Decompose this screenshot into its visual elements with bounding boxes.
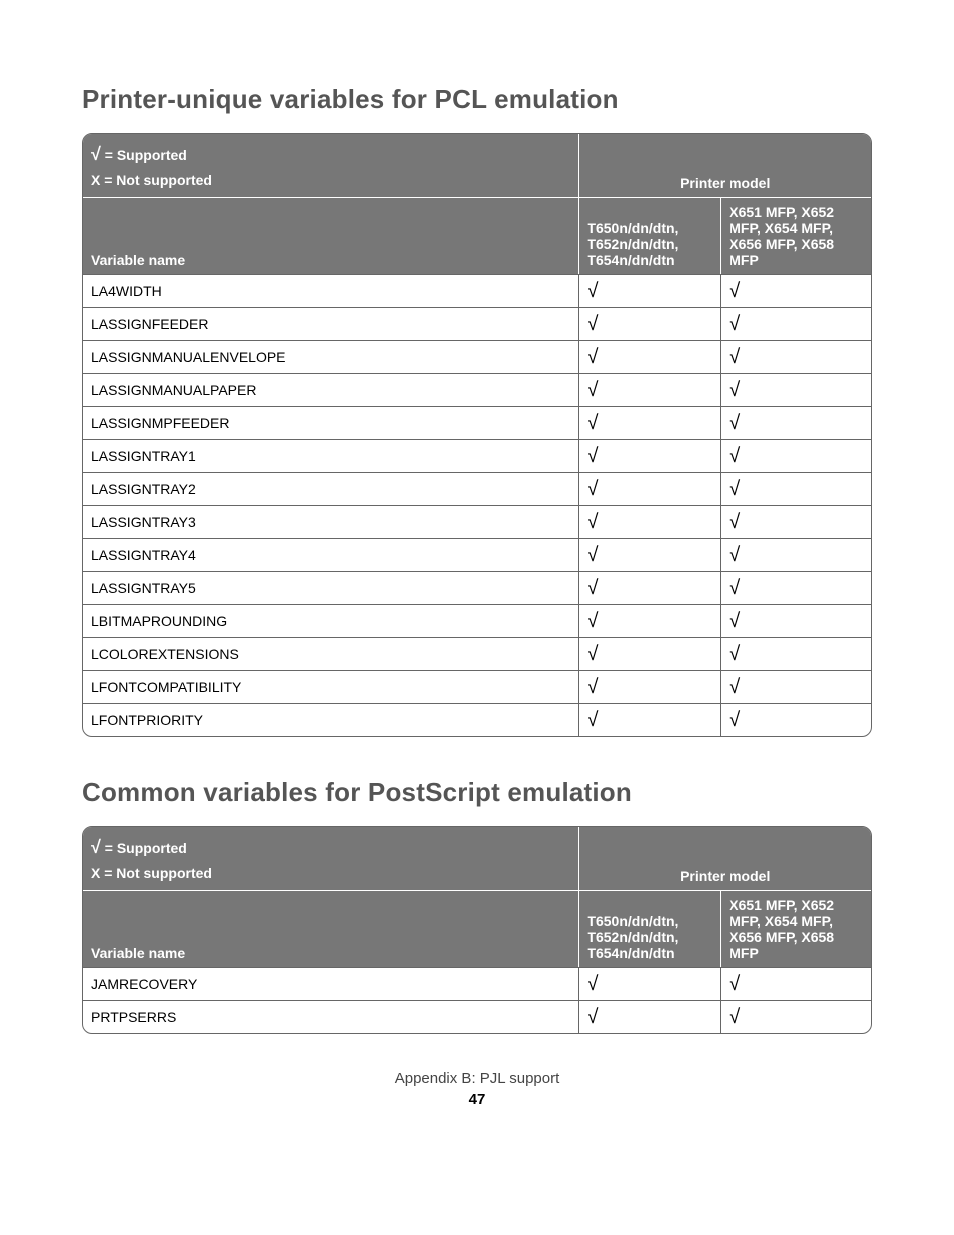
model2-cell: √ (721, 571, 871, 604)
table-row: PRTPSERRS√√ (83, 1000, 871, 1033)
table-row: LASSIGNTRAY1√√ (83, 439, 871, 472)
variable-name-cell: LA4WIDTH (83, 274, 579, 307)
model2-cell: √ (721, 373, 871, 406)
variable-name-cell: LASSIGNTRAY1 (83, 439, 579, 472)
model2-header: X651 MFP, X652 MFP, X654 MFP, X656 MFP, … (721, 198, 871, 274)
model2-cell: √ (721, 340, 871, 373)
model1-cell: √ (579, 472, 721, 505)
model1-header: T650n/dn/dtn, T652n/dn/dtn, T654n/dn/dtn (579, 891, 721, 967)
model2-cell: √ (721, 307, 871, 340)
model2-cell: √ (721, 439, 871, 472)
table-row: LASSIGNTRAY3√√ (83, 505, 871, 538)
variable-name-cell: PRTPSERRS (83, 1000, 579, 1033)
variable-name-cell: LCOLOREXTENSIONS (83, 637, 579, 670)
table-row: LFONTCOMPATIBILITY√√ (83, 670, 871, 703)
model2-cell: √ (721, 505, 871, 538)
model2-cell: √ (721, 538, 871, 571)
table-row: JAMRECOVERY√√ (83, 967, 871, 1000)
variable-name-cell: LBITMAPROUNDING (83, 604, 579, 637)
model1-cell: √ (579, 406, 721, 439)
variable-name-header: Variable name (83, 891, 579, 967)
legend-cell: √ = Supported X = Not supported (83, 827, 579, 891)
table-row: LASSIGNTRAY5√√ (83, 571, 871, 604)
variable-name-cell: LFONTCOMPATIBILITY (83, 670, 579, 703)
table-row: LASSIGNTRAY4√√ (83, 538, 871, 571)
variable-name-cell: LASSIGNTRAY4 (83, 538, 579, 571)
model2-cell: √ (721, 967, 871, 1000)
model1-cell: √ (579, 571, 721, 604)
model2-cell: √ (721, 703, 871, 736)
model1-cell: √ (579, 505, 721, 538)
model2-cell: √ (721, 604, 871, 637)
table-pcl-variables: √ = Supported X = Not supported Printer … (82, 133, 872, 737)
printer-model-header: Printer model (579, 134, 871, 198)
variable-name-cell: LASSIGNMPFEEDER (83, 406, 579, 439)
variable-name-cell: LASSIGNFEEDER (83, 307, 579, 340)
model1-cell: √ (579, 604, 721, 637)
table-row: LFONTPRIORITY√√ (83, 703, 871, 736)
model1-cell: √ (579, 538, 721, 571)
variable-name-cell: LASSIGNTRAY2 (83, 472, 579, 505)
variable-name-cell: JAMRECOVERY (83, 967, 579, 1000)
model1-cell: √ (579, 307, 721, 340)
model1-cell: √ (579, 340, 721, 373)
table-row: LASSIGNTRAY2√√ (83, 472, 871, 505)
variable-name-header: Variable name (83, 198, 579, 274)
table-row: LASSIGNMANUALPAPER√√ (83, 373, 871, 406)
model2-cell: √ (721, 472, 871, 505)
table-row: LCOLOREXTENSIONS√√ (83, 637, 871, 670)
printer-model-header: Printer model (579, 827, 871, 891)
model1-header: T650n/dn/dtn, T652n/dn/dtn, T654n/dn/dtn (579, 198, 721, 274)
table-row: LASSIGNMANUALENVELOPE√√ (83, 340, 871, 373)
model1-cell: √ (579, 670, 721, 703)
table-row: LASSIGNFEEDER√√ (83, 307, 871, 340)
variable-name-cell: LFONTPRIORITY (83, 703, 579, 736)
table-row: LA4WIDTH√√ (83, 274, 871, 307)
legend-cell: √ = Supported X = Not supported (83, 134, 579, 198)
variable-name-cell: LASSIGNMANUALPAPER (83, 373, 579, 406)
model1-cell: √ (579, 373, 721, 406)
variable-name-cell: LASSIGNTRAY3 (83, 505, 579, 538)
model2-cell: √ (721, 1000, 871, 1033)
model1-cell: √ (579, 637, 721, 670)
model1-cell: √ (579, 967, 721, 1000)
model1-cell: √ (579, 1000, 721, 1033)
footer-appendix: Appendix B: PJL support (82, 1070, 872, 1087)
table-row: LASSIGNMPFEEDER√√ (83, 406, 871, 439)
model2-cell: √ (721, 406, 871, 439)
variable-name-cell: LASSIGNTRAY5 (83, 571, 579, 604)
page-footer: Appendix B: PJL support 47 (82, 1070, 872, 1108)
table-postscript-variables: √ = Supported X = Not supported Printer … (82, 826, 872, 1034)
model2-header: X651 MFP, X652 MFP, X654 MFP, X656 MFP, … (721, 891, 871, 967)
footer-page-number: 47 (82, 1091, 872, 1108)
variable-name-cell: LASSIGNMANUALENVELOPE (83, 340, 579, 373)
section1-heading: Printer-unique variables for PCL emulati… (82, 84, 872, 115)
model2-cell: √ (721, 670, 871, 703)
model1-cell: √ (579, 703, 721, 736)
model2-cell: √ (721, 637, 871, 670)
model1-cell: √ (579, 439, 721, 472)
model2-cell: √ (721, 274, 871, 307)
table-row: LBITMAPROUNDING√√ (83, 604, 871, 637)
section2-heading: Common variables for PostScript emulatio… (82, 777, 872, 808)
model1-cell: √ (579, 274, 721, 307)
